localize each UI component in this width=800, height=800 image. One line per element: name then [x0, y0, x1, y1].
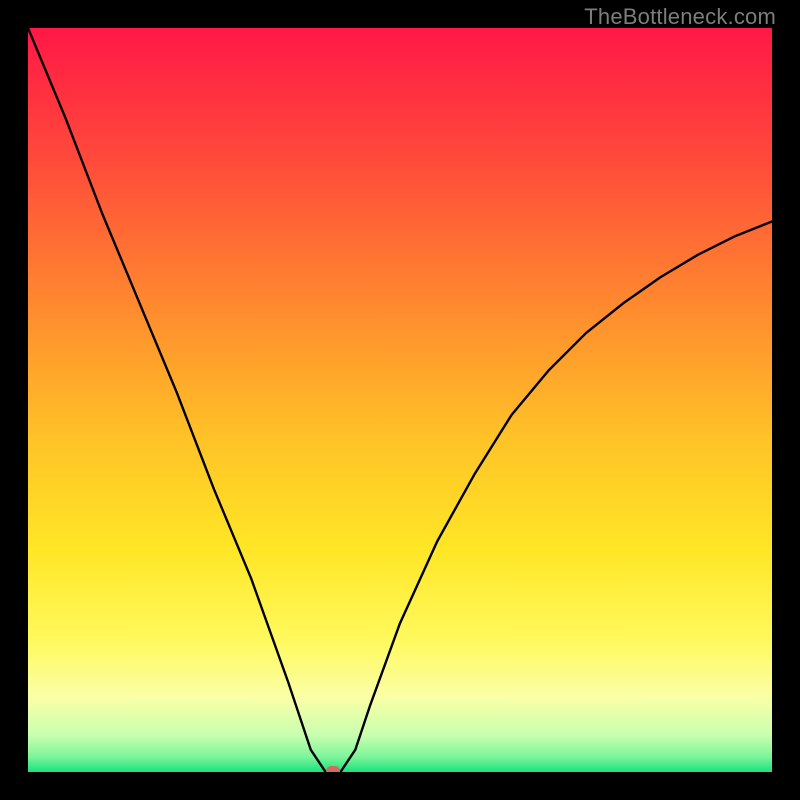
- chart-frame: TheBottleneck.com: [0, 0, 800, 800]
- chart-svg: [28, 28, 772, 772]
- watermark-text: TheBottleneck.com: [584, 4, 776, 30]
- gradient-background: [28, 28, 772, 772]
- plot-area: [28, 28, 772, 772]
